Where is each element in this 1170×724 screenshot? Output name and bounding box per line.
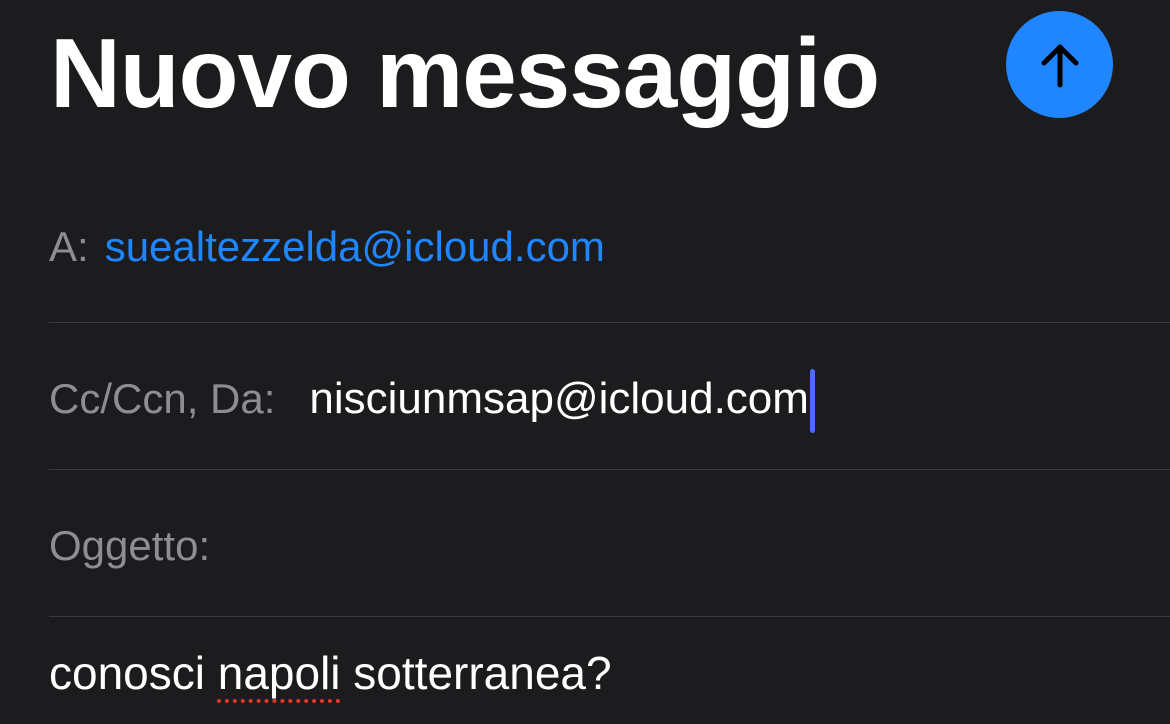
cc-from-label: Cc/Ccn, Da: xyxy=(49,375,276,422)
body-text-start: conosci xyxy=(49,647,218,699)
text-cursor xyxy=(809,369,815,433)
subject-input[interactable] xyxy=(220,516,1170,576)
to-label: A: xyxy=(49,223,89,270)
cc-from-input[interactable]: nisciunmsap@icloud.com xyxy=(309,365,815,433)
cc-from-field[interactable]: Cc/Ccn, Da: nisciunmsap@icloud.com xyxy=(49,365,1170,433)
divider xyxy=(49,469,1170,470)
arrow-up-icon xyxy=(1041,44,1078,87)
message-body[interactable]: conosci napoli sotterranea? xyxy=(49,645,612,701)
to-field[interactable]: A: suealtezzelda@icloud.com xyxy=(49,222,1170,272)
subject-label: Oggetto: xyxy=(49,522,211,569)
divider xyxy=(49,322,1170,323)
send-button[interactable] xyxy=(1006,11,1113,118)
page-title: Nuovo messaggio xyxy=(50,18,880,128)
to-recipient[interactable]: suealtezzelda@icloud.com xyxy=(105,222,605,272)
body-text-end: sotterranea? xyxy=(340,647,612,699)
misspelled-word[interactable]: napoli xyxy=(218,647,341,699)
cc-from-value: nisciunmsap@icloud.com xyxy=(309,374,809,423)
divider xyxy=(49,616,1170,617)
subject-field[interactable]: Oggetto: xyxy=(49,516,1170,576)
